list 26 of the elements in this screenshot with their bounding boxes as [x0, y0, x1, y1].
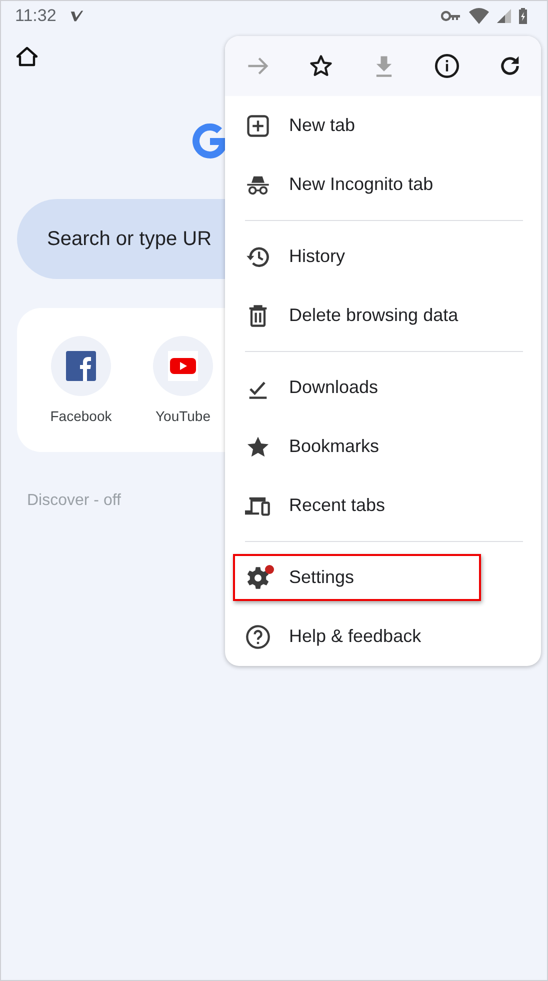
discover-label: Discover - off: [27, 492, 121, 510]
key-icon: [441, 10, 461, 22]
star-icon[interactable]: [308, 53, 334, 79]
notification-icon: [70, 9, 84, 23]
facebook-icon: [66, 351, 96, 381]
menu-item-label[interactable]: History: [289, 246, 346, 267]
clock-time: 11:32: [15, 6, 56, 26]
gear-icon: [245, 564, 271, 590]
shortcut-label[interactable]: Facebook: [50, 408, 112, 424]
menu-item-label[interactable]: New Incognito tab: [289, 174, 434, 195]
help-icon: [245, 624, 271, 650]
plus-box-icon: [245, 112, 271, 138]
play-icon: [168, 351, 198, 381]
menu-item-label[interactable]: Help & feedback: [289, 626, 422, 647]
menu-item-label[interactable]: Delete browsing data: [289, 305, 458, 326]
menu-item-label[interactable]: Downloads: [289, 377, 378, 398]
menu-item-label[interactable]: Settings: [289, 567, 354, 588]
home-icon[interactable]: [15, 45, 39, 69]
menu-item-label[interactable]: New tab: [289, 115, 356, 136]
battery-icon: [519, 8, 527, 24]
wifi-icon: [469, 8, 489, 24]
info-icon[interactable]: [434, 53, 460, 79]
menu-item-label[interactable]: Recent tabs: [289, 495, 386, 516]
shortcut-label[interactable]: YouTube: [155, 408, 210, 424]
signal-icon: [497, 9, 511, 23]
menu-item-label[interactable]: Bookmarks: [289, 436, 380, 457]
